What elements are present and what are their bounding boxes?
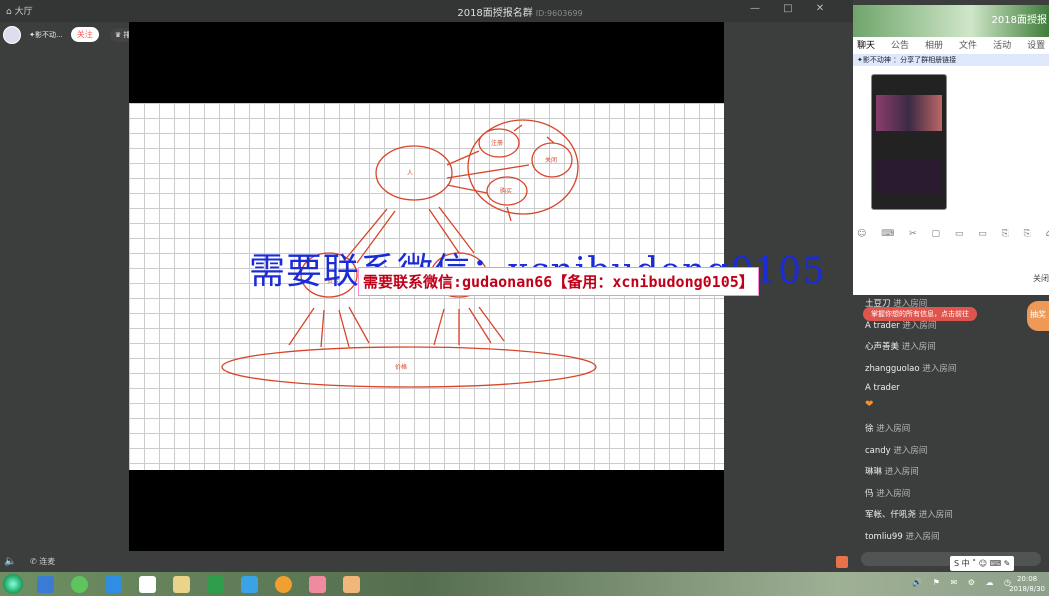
editor-icon[interactable] bbox=[105, 576, 122, 593]
chat-message: 心声善美 进入房间 bbox=[865, 340, 936, 352]
ime-toolbar[interactable]: S 中 ˚ ☺ ⌨ ✎ bbox=[950, 556, 1015, 571]
system-tray[interactable]: 🔊 ⚑ ✉ ⚙ ☁ ◷ bbox=[912, 578, 1015, 587]
live-app-icon[interactable] bbox=[343, 576, 360, 593]
host-avatar[interactable] bbox=[3, 25, 21, 44]
shared-window-tabs: 聊天 公告 相册 文件 活动 设置 bbox=[857, 38, 1049, 51]
chat-message: 土豆刀 进入房间 bbox=[865, 297, 927, 309]
chat-action: 进入房间 bbox=[893, 446, 928, 456]
room-title-text: 2018面授报名群 bbox=[457, 8, 533, 19]
chat-user: 徐 bbox=[865, 424, 874, 434]
price-ellipse bbox=[221, 346, 597, 388]
chat-user: 琳琳 bbox=[865, 467, 883, 477]
chat-message: candy 进入房间 bbox=[865, 444, 927, 456]
chat-action: 进入房间 bbox=[918, 510, 953, 520]
phone-screen-top bbox=[876, 95, 942, 131]
tab-activity[interactable]: 活动 bbox=[993, 41, 1011, 51]
chat-action: 进入房间 bbox=[876, 489, 911, 499]
chat-action: 进入房间 bbox=[884, 467, 919, 477]
live-chat: 掌握你想的所有信息，点击前往 抽奖 土豆刀 进入房间 A trader 进入房间… bbox=[853, 295, 1049, 570]
shared-chat-window: 2018面授报 聊天 公告 相册 文件 活动 设置 ✦影不动神 ：分享了群相册链接 ☺ ⌨… bbox=[853, 5, 1049, 295]
tab-notice[interactable]: 公告 bbox=[891, 41, 909, 51]
chat-message: A trader bbox=[865, 383, 900, 393]
tab-files[interactable]: 文件 bbox=[959, 41, 977, 51]
clock-date: 2018/8/30 bbox=[1009, 585, 1045, 593]
lobby-button[interactable]: ⌂ 大厅 bbox=[6, 4, 33, 17]
label-person: 人 bbox=[407, 170, 413, 177]
phone-screenshot bbox=[871, 74, 947, 210]
person-ellipse bbox=[375, 145, 453, 201]
arrows-loop bbox=[506, 124, 555, 222]
chat-user: 心声善美 bbox=[865, 342, 900, 352]
label-price: 价格 bbox=[395, 363, 407, 371]
chat-message: 军帐、仟吼尧 进入房间 bbox=[865, 508, 953, 520]
chat-action: 进入房间 bbox=[876, 424, 911, 434]
host-info: ✦影不动... 关注 ♛ 排名 bbox=[3, 24, 143, 44]
chat-message: zhangguolao 进入房间 bbox=[865, 362, 956, 374]
chat-user: A trader bbox=[865, 321, 900, 331]
chat-user: 土豆刀 bbox=[865, 299, 891, 309]
shared-window-header: 2018面授报 bbox=[853, 5, 1049, 37]
gift-icon[interactable] bbox=[836, 556, 848, 568]
chat-user: A trader bbox=[865, 383, 900, 393]
share-notice: ✦影不动神 ：分享了群相册链接 bbox=[853, 54, 1049, 66]
lottery-badge[interactable]: 抽奖 bbox=[1027, 301, 1049, 331]
heart-icon: ❤ bbox=[865, 399, 874, 410]
window-controls[interactable]: — □ ✕ bbox=[750, 3, 834, 14]
chat-action: 进入房间 bbox=[902, 321, 937, 331]
video-player[interactable]: 人 注册 关闭 购买 资金 价格 需要联系微信：xcnibudong0105 需… bbox=[129, 22, 825, 551]
clock-time: 20:08 bbox=[1016, 575, 1038, 583]
chat-user: tomliu99 bbox=[865, 532, 903, 542]
label-register: 注册 bbox=[491, 139, 503, 147]
watermark-small: 需要联系微信:gudaonan66【备用：xcnibudong0105】 bbox=[358, 267, 759, 296]
room-id: ID:9603699 bbox=[535, 9, 583, 18]
chat-message: 琳琳 进入房间 bbox=[865, 465, 919, 477]
follow-button[interactable]: 关注 bbox=[70, 27, 99, 42]
chat-message: 徐 进入房间 bbox=[865, 422, 910, 434]
chat-message: tomliu99 进入房间 bbox=[865, 530, 939, 542]
chat-action: 进入房间 bbox=[922, 364, 957, 374]
label-buy: 购买 bbox=[500, 187, 512, 195]
browser-icon[interactable] bbox=[71, 576, 88, 593]
taskbar: 🔊 ⚑ ✉ ⚙ ☁ ◷ 20:08 2018/8/30 bbox=[0, 572, 1049, 596]
close-button[interactable]: 关闭 bbox=[1033, 273, 1049, 284]
app-icon[interactable] bbox=[241, 576, 258, 593]
chat-user: 㐷 bbox=[865, 489, 874, 499]
volume-icon[interactable]: 🔈 bbox=[4, 556, 16, 567]
phone-screen-bottom bbox=[876, 159, 942, 193]
tab-settings[interactable]: 设置 bbox=[1027, 41, 1045, 51]
chat-app-icon[interactable] bbox=[309, 576, 326, 593]
chat-user: 军帐、仟吼尧 bbox=[865, 510, 917, 520]
clock[interactable]: 20:08 2018/8/30 bbox=[1009, 574, 1045, 594]
host-name: ✦影不动... bbox=[29, 30, 63, 39]
arrows-price bbox=[288, 306, 505, 348]
chat-action: 进入房间 bbox=[901, 342, 936, 352]
mail-icon[interactable] bbox=[139, 576, 156, 593]
tab-chat[interactable]: 聊天 bbox=[857, 41, 875, 51]
qq-icon[interactable] bbox=[275, 576, 292, 593]
chat-message: 㐷 进入房间 bbox=[865, 487, 910, 499]
tab-album[interactable]: 相册 bbox=[925, 41, 943, 51]
pen-app-icon[interactable] bbox=[37, 576, 54, 593]
connect-mic-button[interactable]: ✆ 连麦 bbox=[30, 556, 55, 567]
start-button[interactable] bbox=[3, 574, 23, 594]
spreadsheet-icon[interactable] bbox=[207, 576, 224, 593]
chat-user: zhangguolao bbox=[865, 364, 920, 374]
folder-icon[interactable] bbox=[173, 576, 190, 593]
chat-action: 进入房间 bbox=[905, 532, 940, 542]
chat-action: 进入房间 bbox=[893, 299, 928, 309]
label-close: 关闭 bbox=[545, 156, 557, 164]
chat-user: candy bbox=[865, 446, 891, 456]
shared-window-title: 2018面授报 bbox=[991, 15, 1047, 26]
chat-message: A trader 进入房间 bbox=[865, 319, 936, 331]
room-title: 2018面授报名群 ID:9603699 bbox=[360, 4, 680, 19]
chat-toolbar[interactable]: ☺ ⌨ ✂ ▢ ▭ ▭ ⎘ ⎘ ⌂ ◔ bbox=[857, 229, 1049, 239]
